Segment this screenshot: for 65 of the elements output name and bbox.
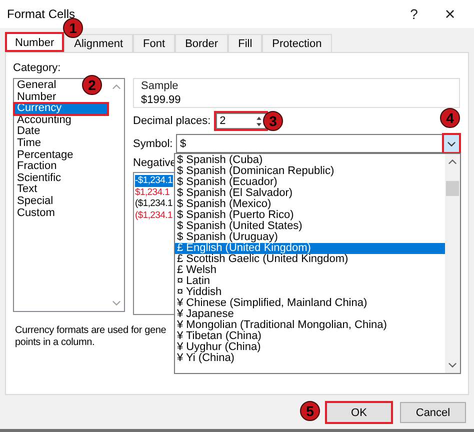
negative-number-item[interactable]: -$1,234.1 — [135, 175, 174, 187]
dialog-button[interactable]: OK — [326, 402, 392, 423]
tab[interactable]: Alignment — [64, 34, 134, 52]
symbol-option[interactable]: $ Spanish (El Salvador) — [175, 188, 445, 199]
negative-number-item[interactable]: $1,234.1 — [135, 186, 171, 198]
decimal-places-field[interactable]: 2 — [216, 113, 266, 129]
category-item[interactable]: General — [14, 80, 56, 92]
category-item[interactable]: Text — [14, 184, 38, 196]
symbol-option[interactable]: $ Spanish (United States) — [175, 221, 445, 232]
category-item[interactable]: Currency — [14, 103, 108, 115]
category-label: Category: — [13, 61, 62, 75]
category-item[interactable]: Number — [14, 92, 56, 104]
chevron-down-icon — [447, 140, 456, 146]
scroll-up-icon[interactable] — [112, 84, 120, 90]
dialog-button[interactable]: Cancel — [400, 402, 466, 423]
sample-value: $199.99 — [141, 93, 182, 107]
help-button[interactable]: ? — [396, 2, 432, 26]
symbol-label: Symbol: — [133, 136, 171, 150]
symbol-option[interactable]: $ Spanish (Puerto Rico) — [175, 210, 445, 221]
spinner-arrows-icon[interactable] — [254, 114, 263, 128]
category-item[interactable]: Accounting — [14, 114, 72, 126]
symbol-option[interactable]: £ Welsh — [175, 265, 445, 276]
symbol-dropdown[interactable]: $ — [176, 134, 460, 153]
category-item[interactable]: Time — [14, 138, 42, 150]
dropdown-button[interactable] — [444, 135, 459, 152]
tab[interactable]: Border — [175, 34, 228, 52]
window-title: Format Cells — [7, 7, 76, 21]
sample-label: Sample — [141, 80, 180, 93]
description-text: Currency formats are used for gene — [15, 325, 166, 337]
category-item[interactable]: Fraction — [14, 161, 57, 173]
description-text: points in a column. — [15, 337, 95, 349]
symbol-option[interactable]: ¥ Japanese — [175, 309, 445, 320]
symbol-option[interactable]: ¥ Tibetan (China) — [175, 331, 445, 342]
symbol-option[interactable]: ¤ Latin — [175, 276, 445, 287]
category-item[interactable]: Special — [14, 196, 54, 208]
symbol-option[interactable]: ¥ Mongolian (Traditional Mongolian, China) — [175, 320, 445, 331]
scroll-down-icon[interactable] — [448, 362, 457, 368]
negative-number-item[interactable]: ($1,234.1 — [135, 198, 174, 210]
tab[interactable]: Number — [5, 32, 64, 52]
symbol-option[interactable]: $ Spanish (Ecuador) — [175, 177, 445, 188]
category-item[interactable]: Date — [14, 126, 40, 138]
symbol-option[interactable]: $ Spanish (Mexico) — [175, 199, 445, 210]
decimal-places-label: Decimal places: — [133, 114, 211, 128]
tab[interactable]: Protection — [262, 34, 332, 52]
step-number-badge: 5 — [300, 401, 320, 421]
category-item[interactable]: Percentage — [14, 150, 74, 162]
negative-numbers-label: Negative — [133, 156, 176, 170]
symbol-option[interactable]: £ English (United Kingdom) — [175, 243, 445, 254]
scrollbar-thumb[interactable] — [446, 181, 459, 196]
symbol-option[interactable]: ¥ Chinese (Simplified, Mainland China) — [175, 298, 445, 309]
scroll-up-icon[interactable] — [448, 159, 457, 165]
symbol-option[interactable]: £ Scottish Gaelic (United Kingdom) — [175, 254, 445, 265]
close-button[interactable]: × — [432, 2, 468, 26]
category-item[interactable]: Scientific — [14, 172, 62, 184]
category-item[interactable]: Custom — [14, 208, 55, 220]
symbol-option[interactable]: $ Spanish (Cuba) — [175, 155, 445, 166]
symbol-option[interactable]: ¥ Yi (China) — [175, 353, 445, 364]
symbol-option[interactable]: $ Spanish (Dominican Republic) — [175, 166, 445, 177]
symbol-option[interactable]: ¤ Yiddish — [175, 287, 445, 298]
symbol-option[interactable]: ¥ Uyghur (China) — [175, 342, 445, 353]
symbol-option[interactable]: $ Spanish (Uruguay) — [175, 232, 445, 243]
scroll-down-icon[interactable] — [112, 300, 120, 306]
tab[interactable]: Font — [133, 34, 176, 52]
negative-number-item[interactable]: ($1,234.1 — [135, 210, 174, 222]
tab[interactable]: Fill — [228, 34, 262, 52]
